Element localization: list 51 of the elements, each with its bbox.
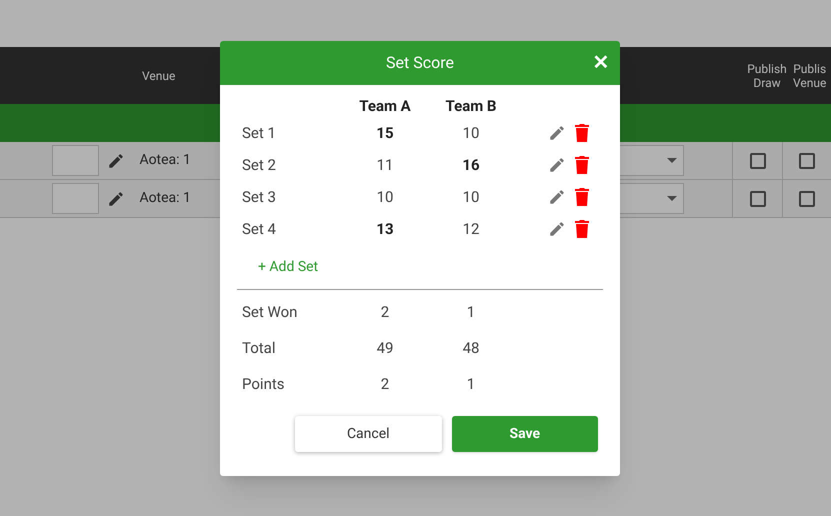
- input-field[interactable]: [52, 183, 99, 214]
- checkbox[interactable]: [798, 152, 815, 168]
- cancel-button[interactable]: Cancel: [295, 416, 442, 452]
- summary-value: 48: [462, 338, 480, 359]
- trash-icon[interactable]: [574, 188, 590, 206]
- pencil-icon[interactable]: [106, 152, 125, 170]
- save-button[interactable]: Save: [452, 416, 598, 452]
- column-header: Venue: [142, 68, 176, 84]
- venue-text: Aotea: 1: [140, 151, 192, 170]
- score-cell-text: 10: [462, 122, 480, 144]
- trash-icon[interactable]: [574, 156, 590, 174]
- checkbox[interactable]: [798, 190, 815, 206]
- score-cell-text: 16: [461, 154, 481, 176]
- checkbox[interactable]: [750, 152, 766, 168]
- checkbox[interactable]: [750, 190, 766, 206]
- summary-value: 2: [380, 374, 390, 395]
- set-label: Set 4: [242, 218, 277, 240]
- pencil-icon[interactable]: [548, 124, 566, 142]
- summary-label: Total: [242, 338, 276, 359]
- set-label: Set 3: [242, 186, 277, 208]
- score-cell-text: 10: [376, 186, 394, 208]
- summary-value: 2: [380, 302, 390, 323]
- summary-value: 1: [466, 374, 476, 395]
- pencil-icon[interactable]: [548, 220, 566, 238]
- caret-icon: [667, 158, 678, 163]
- score-cell-text: 12: [462, 218, 480, 240]
- summary-value: 49: [376, 338, 394, 359]
- pencil-icon[interactable]: [106, 190, 125, 208]
- column-header: Team B: [444, 96, 498, 116]
- pencil-icon[interactable]: [548, 156, 566, 174]
- add-set-link[interactable]: + Add Set: [258, 256, 318, 278]
- column-header: Publish Draw: [746, 62, 788, 90]
- dialog-title: Set Score: [386, 52, 454, 74]
- pencil-icon[interactable]: [548, 188, 566, 206]
- summary-value: 1: [466, 302, 476, 323]
- score-cell-text: 10: [462, 186, 480, 208]
- score-cell-text: 11: [376, 154, 394, 176]
- set-label: Set 1: [242, 122, 277, 144]
- column-header: Publis Venue: [793, 62, 826, 90]
- column-header: Team A: [358, 96, 412, 116]
- trash-icon[interactable]: [574, 220, 590, 238]
- score-cell-text: 13: [375, 218, 395, 240]
- score-cell-text: 15: [375, 122, 395, 144]
- summary-label: Points: [242, 374, 286, 395]
- trash-icon[interactable]: [574, 124, 590, 142]
- venue-text: Aotea: 1: [140, 189, 192, 208]
- set-label: Set 2: [242, 154, 277, 176]
- summary-label: Set Won: [242, 302, 298, 323]
- caret-icon: [667, 196, 678, 201]
- input-field[interactable]: [52, 145, 99, 176]
- close-button[interactable]: ✕: [590, 50, 612, 74]
